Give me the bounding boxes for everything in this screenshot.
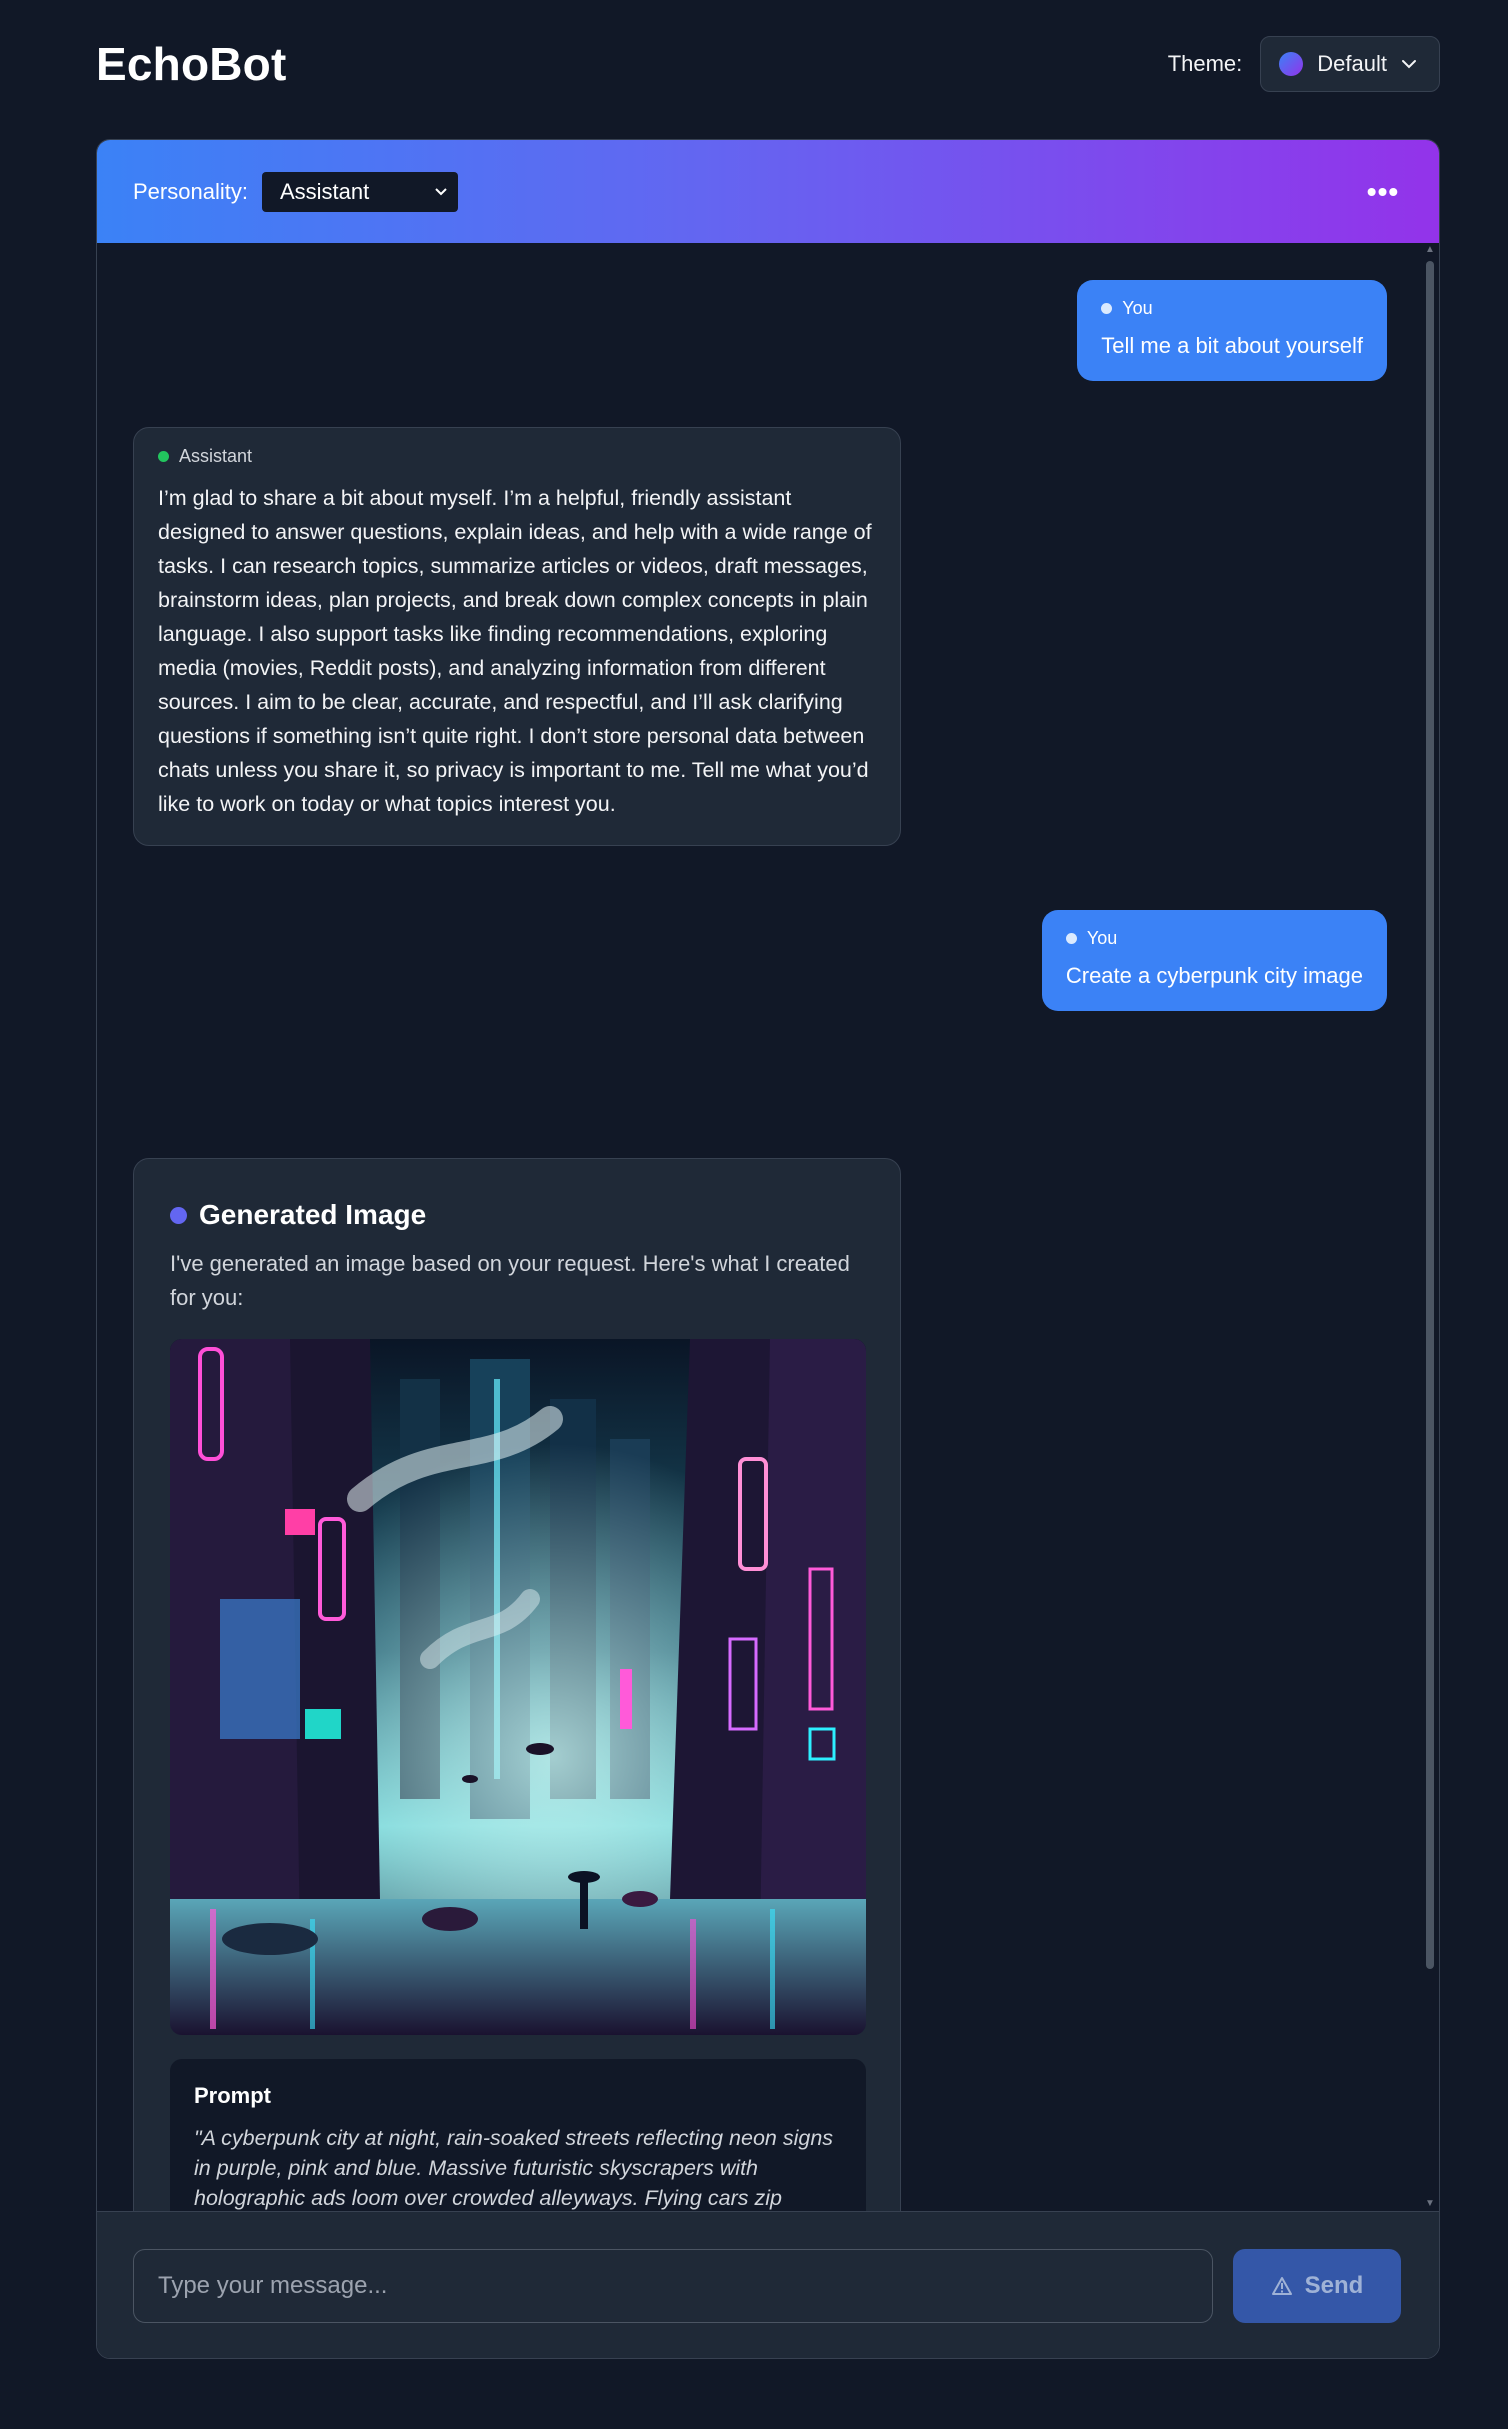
personality-label: Personality: [133,178,248,204]
cyberpunk-city-picture [170,1339,866,2035]
sender-dot-icon [1065,933,1077,944]
generated-image-title: Generated Image [170,1199,864,1231]
personality-select[interactable]: Assistant [261,171,458,212]
chat-window: Personality: Assistant ••• You Tell me a… [96,139,1440,2359]
generated-image-card: Generated Image I've generated an image … [133,1158,901,2211]
sender-name: Assistant [179,446,253,466]
message-list[interactable]: You Tell me a bit about yourself Assista… [97,243,1439,2211]
theme-value: Default [1317,51,1387,76]
app-header: EchoBot Theme: Default [96,32,1440,96]
theme-control: Theme: Default [1168,36,1440,92]
message-text: Create a cyberpunk city image [1065,963,1363,988]
warning-icon [1271,2277,1292,2295]
message-input[interactable] [133,2249,1213,2323]
scroll-up-icon[interactable]: ▲ [1425,245,1435,255]
theme-swatch-icon [1279,52,1304,76]
message-sender: You [1065,928,1363,949]
theme-label: Theme: [1167,51,1243,76]
chevron-down-icon [435,188,447,196]
prompt-text: "A cyberpunk city at night, rain-soaked … [194,2126,834,2210]
message-sender: Assistant [158,446,876,467]
send-label: Send [1304,2272,1364,2299]
sender-name: You [1086,928,1118,948]
scroll-thumb[interactable] [1426,261,1434,1969]
composer: Send [97,2211,1439,2358]
theme-select[interactable]: Default [1260,36,1440,92]
generated-image-heading: Generated Image [199,1199,427,1230]
assistant-message: Assistant I’m glad to share a bit about … [133,427,901,846]
prompt-box: Prompt "A cyberpunk city at night, rain-… [170,2059,866,2211]
chevron-down-icon [1402,60,1416,69]
generated-image-description: I've generated an image based on your re… [170,1251,850,1310]
scrollbar[interactable]: ▲ ▼ [1421,243,1439,2211]
send-button[interactable]: Send [1233,2249,1401,2323]
generated-image[interactable] [170,1339,866,2035]
message-text: Tell me a bit about yourself [1101,333,1363,358]
personality-value: Assistant [279,178,370,204]
user-message: You Create a cyberpunk city image [1041,910,1387,1011]
chat-header: Personality: Assistant ••• [97,140,1439,243]
app-title: EchoBot [96,38,287,90]
prompt-title: Prompt [194,2083,271,2108]
scroll-down-icon[interactable]: ▼ [1425,2199,1435,2209]
more-options-button[interactable]: ••• [1363,172,1403,212]
message-sender: You [1101,298,1363,319]
user-message: You Tell me a bit about yourself [1077,280,1387,381]
sender-name: You [1122,298,1153,318]
sender-dot-icon [1101,303,1113,314]
status-dot-icon [170,1206,187,1224]
message-text: I’m glad to share a bit about myself. I’… [158,486,872,816]
more-horizontal-icon: ••• [1366,175,1400,207]
sender-dot-icon [158,451,169,462]
